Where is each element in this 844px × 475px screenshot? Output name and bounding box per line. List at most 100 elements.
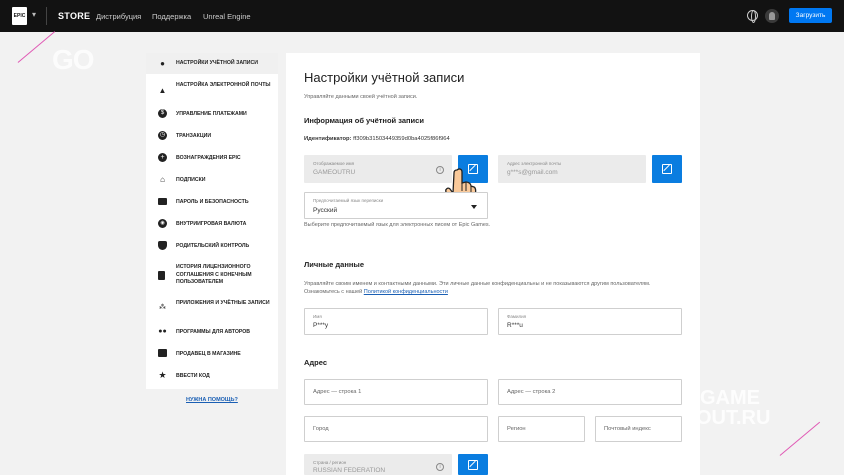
display-name-value: GAMEOUTRU xyxy=(313,169,356,176)
region-field[interactable]: Регион xyxy=(498,416,585,442)
display-name-field: Отображаемое имя GAMEOUTRU i xyxy=(304,155,452,183)
nav-link-unreal-engine[interactable]: Unreal Engine xyxy=(203,12,251,21)
download-button[interactable]: Загрузить xyxy=(789,8,832,23)
people-icon: ●● xyxy=(158,328,167,335)
watermark-logo: GO xyxy=(52,44,95,75)
sidebar-item-label: Приложения и учётные записи xyxy=(176,300,270,306)
chevron-down-icon xyxy=(471,205,477,209)
sidebar-item-password-security[interactable]: Пароль и безопасность xyxy=(146,196,278,208)
page-title: Настройки учётной записи xyxy=(304,70,465,85)
shield-icon xyxy=(158,241,167,250)
sidebar-item-label: Подписки xyxy=(176,177,206,183)
account-id: Идентификатор: ff309b31503449359d0ba4025… xyxy=(304,136,450,142)
region-placeholder: Регион xyxy=(507,426,526,432)
sidebar-item-label: Программы для авторов xyxy=(176,329,251,335)
sidebar-item-ingame-currency[interactable]: ◉ Внутриигровая валюта xyxy=(146,218,278,230)
epic-logo-text: EPIC xyxy=(13,12,26,19)
sidebar-item-account-settings[interactable]: ● Настройки учётной записи xyxy=(146,53,278,74)
sidebar-item-epic-rewards[interactable]: + Вознаграждения Epic xyxy=(146,152,278,164)
sidebar-item-label: Управление платежами xyxy=(176,111,247,117)
last-name-field[interactable]: Фамилия R***u xyxy=(498,308,682,335)
sidebar-item-label: Транзакции xyxy=(176,133,212,139)
last-name-label: Фамилия xyxy=(507,314,527,319)
email-label: Адрес электронной почты xyxy=(507,161,562,166)
language-select[interactable]: Предпочитаемый язык переписки Русский xyxy=(304,192,488,219)
language-hint: Выберите предпочитаемый язык для электро… xyxy=(304,222,491,228)
sidebar-item-label: Настройки учётной записи xyxy=(176,60,258,66)
info-icon[interactable]: i xyxy=(436,463,444,471)
personal-data-text: Управляйте своим именем и контактными да… xyxy=(304,280,684,296)
sidebar-item-label: Внутриигровая валюта xyxy=(176,221,247,227)
star-icon: ★ xyxy=(158,370,167,380)
sidebar-item-label: Продавец в магазине xyxy=(176,351,241,357)
address-line1-placeholder: Адрес — строка 1 xyxy=(313,389,362,395)
coins-icon: ◉ xyxy=(158,219,167,228)
person-icon: ● xyxy=(160,59,165,68)
sidebar-item-apps-accounts[interactable]: ⁂ Приложения и учётные записи xyxy=(146,298,278,316)
avatar[interactable] xyxy=(765,9,779,23)
sidebar-item-label: Ввести код xyxy=(176,373,210,379)
sidebar-item-transactions[interactable]: ◷ Транзакции xyxy=(146,130,278,142)
sidebar-item-email-settings[interactable]: ▲ Настройка электронной почты xyxy=(146,78,278,102)
epic-logo[interactable]: EPIC xyxy=(12,7,27,25)
sidebar-item-parental-controls[interactable]: Родительский контроль xyxy=(146,240,278,252)
sidebar-item-subscriptions[interactable]: ⌂ Подписки xyxy=(146,174,278,186)
last-name-value: R***u xyxy=(507,322,523,329)
nav-divider xyxy=(46,7,47,25)
sidebar-item-label: Настройка электронной почты xyxy=(176,82,271,88)
need-help-link[interactable]: НУЖНА ПОМОЩЬ? xyxy=(186,397,238,403)
edit-icon xyxy=(662,164,672,174)
first-name-field[interactable]: Имя P***y xyxy=(304,308,488,335)
sidebar-item-eula-history[interactable]: История лицензионного соглашения с конеч… xyxy=(146,262,278,288)
watermark-text: GAME OUT.RU xyxy=(696,387,770,428)
nav-link-distribution[interactable]: Дистрибуция xyxy=(96,12,141,21)
edit-email-button[interactable] xyxy=(652,155,682,183)
edit-country-button[interactable] xyxy=(458,454,488,475)
nav-link-support[interactable]: Поддержка xyxy=(152,12,191,21)
address-line2-placeholder: Адрес — строка 2 xyxy=(507,389,556,395)
decorative-line xyxy=(779,421,821,457)
email-value: g***s@gmail.com xyxy=(507,169,558,176)
plus-circle-icon: + xyxy=(158,153,167,162)
sidebar-item-creator-programs[interactable]: ●● Программы для авторов xyxy=(146,326,278,338)
watermark-out: OUT.RU xyxy=(696,407,771,429)
globe-icon[interactable] xyxy=(747,10,758,23)
language-value: Русский xyxy=(313,207,338,214)
bell-icon: ▲ xyxy=(158,86,167,95)
sidebar-item-label: История лицензионного соглашения с конеч… xyxy=(176,264,252,285)
city-field[interactable]: Город xyxy=(304,416,488,442)
sidebar-item-label: Пароль и безопасность xyxy=(176,199,249,205)
zip-field[interactable]: Почтовый индекс xyxy=(595,416,682,442)
chevron-down-icon[interactable]: ▾ xyxy=(32,10,36,19)
nav-store-link[interactable]: STORE xyxy=(58,11,90,21)
address-heading: Адрес xyxy=(304,358,328,367)
privacy-policy-link[interactable]: Политикой конфиденциальности xyxy=(364,289,448,295)
display-name-label: Отображаемое имя xyxy=(313,161,355,166)
country-field: Страна / регион RUSSIAN FEDERATION i xyxy=(304,454,452,475)
sidebar-item-redeem-code[interactable]: ★ Ввести код xyxy=(146,370,278,382)
sidebar-item-payments[interactable]: $ Управление платежами xyxy=(146,108,278,120)
language-label: Предпочитаемый язык переписки xyxy=(313,198,384,203)
page-subtitle: Управляйте данными своей учётной записи. xyxy=(304,94,418,100)
personal-data-heading: Личные данные xyxy=(304,260,364,269)
country-value: RUSSIAN FEDERATION xyxy=(313,467,386,474)
sidebar-item-store-seller[interactable]: Продавец в магазине xyxy=(146,348,278,360)
top-navigation-bar: EPIC ▾ STORE Дистрибуция Поддержка Unrea… xyxy=(0,0,844,32)
address-line1-field[interactable]: Адрес — строка 1 xyxy=(304,379,488,405)
city-placeholder: Город xyxy=(313,426,329,432)
first-name-value: P***y xyxy=(313,322,329,329)
document-icon xyxy=(158,271,165,280)
email-field: Адрес электронной почты g***s@gmail.com xyxy=(498,155,646,183)
account-id-label: Идентификатор: xyxy=(304,136,352,142)
address-line2-field[interactable]: Адрес — строка 2 xyxy=(498,379,682,405)
sidebar-item-label: Вознаграждения Epic xyxy=(176,155,241,161)
zip-placeholder: Почтовый индекс xyxy=(604,426,651,432)
country-label: Страна / регион xyxy=(313,460,347,465)
store-icon xyxy=(158,349,167,357)
house-icon: ⌂ xyxy=(160,175,165,184)
apps-icon: ⁂ xyxy=(159,304,166,311)
sidebar-item-label: Родительский контроль xyxy=(176,243,250,249)
account-info-heading: Информация об учётной записи xyxy=(304,116,424,125)
watermark-game: GAME xyxy=(700,387,760,409)
lock-icon xyxy=(158,198,167,205)
